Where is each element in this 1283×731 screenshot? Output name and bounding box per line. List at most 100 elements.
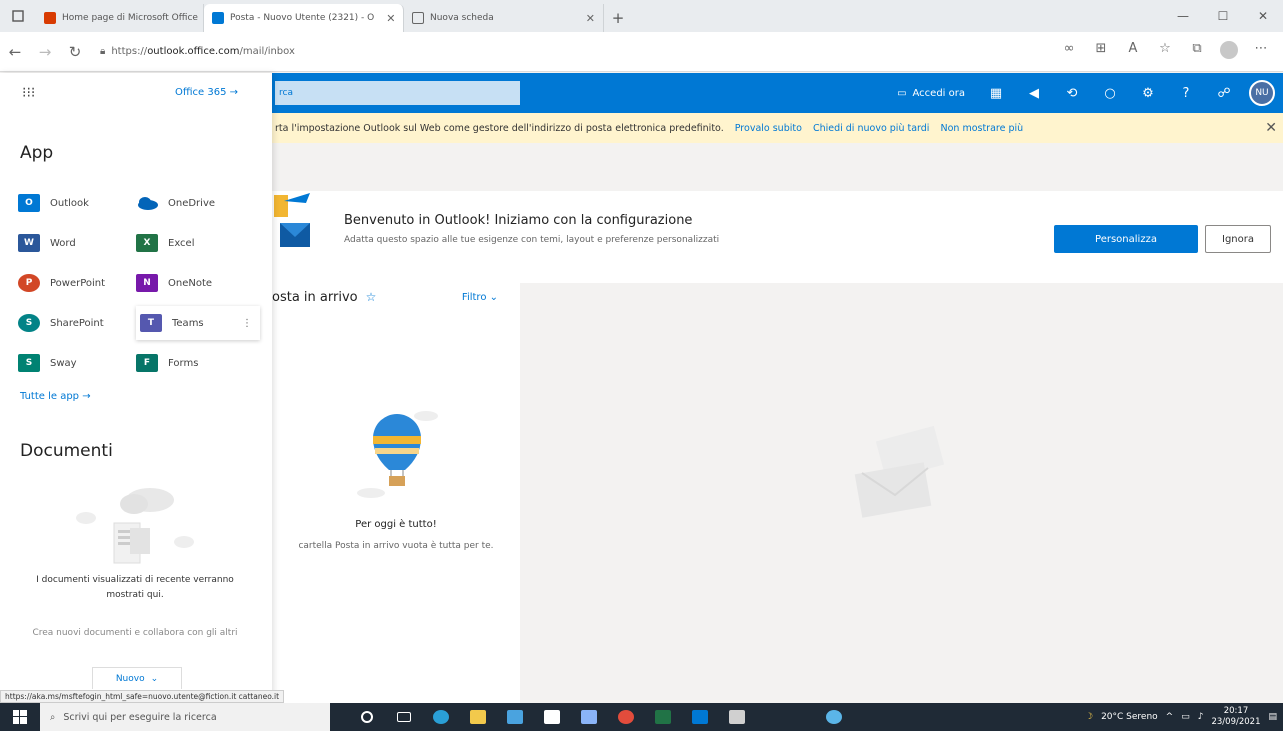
app-powerpoint[interactable]: P PowerPoint [18, 268, 138, 298]
app-forms[interactable]: F Forms [136, 348, 256, 378]
refresh-icon[interactable]: ↻ [60, 43, 90, 61]
browser-tab-office-home[interactable]: Home page di Microsoft Office ✕ [36, 4, 204, 32]
notifications-icon[interactable]: ▤ [1268, 712, 1277, 722]
more-options-icon[interactable]: ⋮ [242, 318, 260, 329]
tab-title: Nuova scheda [430, 13, 494, 23]
filter-button[interactable]: Filtro ⌄ [462, 292, 498, 303]
url-path: /mail/inbox [239, 46, 295, 57]
app-label: Outlook [50, 197, 89, 209]
more-icon[interactable]: ⋯ [1249, 41, 1273, 63]
profile-icon[interactable] [1217, 40, 1241, 63]
network-icon[interactable]: ▭ [1181, 712, 1190, 722]
browser-tab-outlook[interactable]: Posta - Nuovo Utente (2321) - O ✕ [204, 4, 404, 32]
excel-taskbar-icon[interactable] [644, 703, 681, 731]
sync-icon[interactable]: ⟲ [1053, 86, 1091, 101]
url-domain: outlook.office.com [147, 46, 240, 57]
folder-title: osta in arrivo [272, 289, 358, 305]
window-menu-icon[interactable] [0, 0, 36, 32]
browser-taskbar-icon[interactable] [815, 703, 852, 731]
onenote-icon: N [136, 274, 158, 292]
app-outlook[interactable]: O Outlook [18, 188, 138, 218]
ask-later-link[interactable]: Chiedi di nuovo più tardi [813, 123, 930, 134]
documents-heading: Documenti [20, 441, 113, 461]
favorite-star-icon[interactable]: ☆ [366, 290, 377, 304]
url-field[interactable]: 🔒︎ https://outlook.office.com/mail/inbox [100, 39, 700, 65]
lock-icon: 🔒︎ [100, 46, 106, 57]
back-icon[interactable]: ← [0, 43, 30, 61]
app-sway[interactable]: S Sway [18, 348, 138, 378]
taskbar-search-input[interactable]: ⌕ Scrivi qui per eseguire la ricerca [40, 703, 330, 731]
customize-button[interactable]: Personalizza [1054, 225, 1198, 253]
app-excel[interactable]: X Excel [136, 228, 256, 258]
app-onedrive[interactable]: OneDrive [136, 188, 256, 218]
file-explorer-icon[interactable] [459, 703, 496, 731]
feedback-icon[interactable]: ☍ [1205, 86, 1243, 101]
chrome-icon[interactable] [607, 703, 644, 731]
collections-icon[interactable]: ⧉ [1185, 41, 1209, 63]
forward-icon[interactable]: → [30, 43, 60, 61]
sharepoint-icon: S [18, 314, 40, 332]
bell-icon[interactable]: ○ [1091, 86, 1129, 101]
windows-start-icon[interactable] [0, 710, 40, 724]
url-prefix: https:// [111, 46, 148, 57]
app-onenote[interactable]: N OneNote [136, 268, 256, 298]
avatar[interactable]: NU [1249, 80, 1275, 106]
read-aloud-icon[interactable]: A [1121, 41, 1145, 63]
maximize-icon[interactable]: ☐ [1203, 0, 1243, 32]
app-launcher-icon[interactable]: ⁝⁝⁝ [22, 85, 35, 101]
apps-icon[interactable]: ⊞ [1089, 41, 1113, 63]
favorite-star-icon[interactable]: ☆ [1153, 41, 1177, 63]
page-favicon-icon [412, 12, 424, 24]
task-view-icon[interactable] [385, 703, 422, 731]
app-label: OneDrive [168, 197, 216, 209]
volume-icon[interactable]: ♪ [1198, 712, 1204, 722]
browser-tab-new[interactable]: Nuova scheda ✕ [404, 4, 604, 32]
amazon-icon[interactable] [533, 703, 570, 731]
close-window-icon[interactable]: ✕ [1243, 0, 1283, 32]
app-label: SharePoint [50, 317, 104, 329]
minimize-icon[interactable]: — [1163, 0, 1203, 32]
calendar-icon[interactable]: ▦ [977, 86, 1015, 101]
welcome-title: Benvenuto in Outlook! Iniziamo con la co… [344, 213, 693, 228]
new-document-button[interactable]: Nuovo ⌄ [92, 667, 182, 689]
dropbox-icon[interactable] [570, 703, 607, 731]
cortana-icon[interactable] [348, 703, 385, 731]
app-label: OneNote [168, 277, 213, 289]
new-tab-button[interactable]: + [604, 4, 632, 32]
clock[interactable]: 20:17 23/09/2021 [1211, 706, 1260, 728]
documents-hint-text: Crea nuovi documenti e collabora con gli… [32, 628, 238, 638]
app-word[interactable]: W Word [18, 228, 138, 258]
ignore-button[interactable]: Ignora [1205, 225, 1271, 253]
search-input[interactable]: rca [275, 81, 520, 105]
welcome-illustration-icon [274, 193, 310, 247]
teams-icon: T [140, 314, 162, 332]
meet-now-label: Accedi ora [912, 87, 965, 99]
office-365-link[interactable]: Office 365 → [175, 87, 238, 98]
tab-title: Home page di Microsoft Office [62, 13, 198, 23]
app-sharepoint[interactable]: S SharePoint [18, 308, 138, 338]
all-apps-link[interactable]: Tutte le app → [20, 391, 91, 402]
speaker-icon[interactable]: ◀ [1015, 86, 1053, 101]
outlook-favicon-icon [212, 12, 224, 24]
app-teams[interactable]: T Teams ⋮ [136, 306, 260, 340]
close-icon[interactable]: ✕ [1265, 120, 1277, 136]
hot-air-balloon-icon [357, 411, 438, 498]
app-launcher-panel: ⁝⁝⁝ Office 365 → App O Outlook OneDrive … [0, 73, 272, 703]
help-icon[interactable]: ? [1167, 86, 1205, 101]
try-now-link[interactable]: Provalo subito [735, 123, 802, 134]
search-placeholder: Scrivi qui per eseguire la ricerca [63, 711, 217, 723]
gear-icon[interactable]: ⚙ [1129, 86, 1167, 101]
close-tab-icon[interactable]: ✕ [380, 12, 395, 25]
store-icon[interactable] [496, 703, 533, 731]
meet-now-button[interactable]: ▭ Accedi ora [897, 88, 965, 99]
documents-empty-text: I documenti visualizzati di recente verr… [36, 575, 234, 600]
outlook-taskbar-icon[interactable] [681, 703, 718, 731]
notes-icon[interactable] [718, 703, 755, 731]
info-message: rta l'impostazione Outlook sul Web come … [275, 122, 724, 134]
edge-icon[interactable] [422, 703, 459, 731]
reader-icon[interactable]: ∞ [1057, 41, 1081, 63]
chevron-up-icon[interactable]: ^ [1166, 712, 1174, 722]
weather-text[interactable]: 20°C Sereno [1101, 712, 1158, 722]
dont-show-link[interactable]: Non mostrare più [940, 123, 1023, 134]
close-tab-icon[interactable]: ✕ [580, 12, 595, 25]
